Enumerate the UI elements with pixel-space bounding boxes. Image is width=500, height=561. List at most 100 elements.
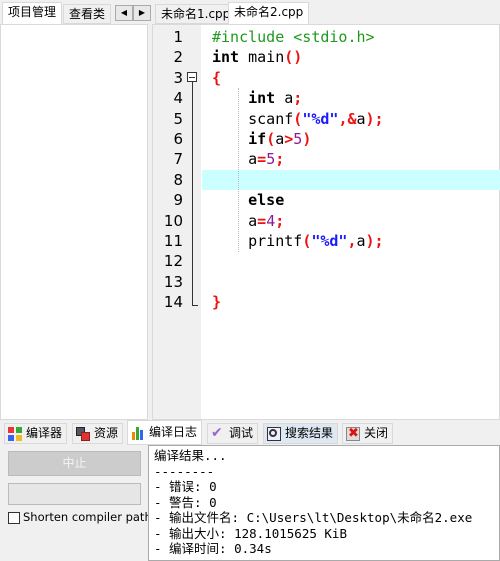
shorten-paths-checkbox[interactable] xyxy=(8,512,20,524)
code-editor[interactable] xyxy=(152,24,500,420)
log-line: - 错误: 0 xyxy=(154,479,217,494)
code-token: if xyxy=(248,130,267,148)
code-token: a xyxy=(275,130,285,148)
code-line[interactable]: int a; xyxy=(212,88,302,108)
code-token: ( xyxy=(302,232,312,250)
bottom-tab-label: 调试 xyxy=(229,426,254,440)
editor-tab-file2[interactable]: 未命名2.cpp xyxy=(228,2,310,25)
progress-bar xyxy=(8,483,141,505)
code-line[interactable]: printf("%d",a); xyxy=(212,231,384,251)
code-token: ); xyxy=(365,109,384,128)
bottom-tab-label: 编译器 xyxy=(26,426,63,440)
code-line[interactable]: if(a>5) xyxy=(212,129,311,149)
bottom-tab[interactable]: 编译器 xyxy=(4,423,68,444)
log-line: - 编译时间: 0.34s xyxy=(154,541,272,556)
code-token: "%d" xyxy=(311,232,348,250)
line-number: 8 xyxy=(173,170,183,189)
line-number: 1 xyxy=(173,28,183,46)
bottom-tab[interactable]: ✖ 关闭 xyxy=(342,423,394,444)
compiler-grid-icon xyxy=(8,426,22,441)
code-line[interactable]: #include <stdio.h> xyxy=(212,27,375,47)
code-token: int xyxy=(248,89,276,108)
tab-class-view[interactable]: 查看类 xyxy=(63,4,112,24)
line-number: 2 xyxy=(173,48,183,67)
code-token: { xyxy=(212,68,222,87)
log-line: - 输出大小: 128.1015625 KiB xyxy=(154,525,347,541)
line-number: 4 xyxy=(173,89,183,108)
abort-button[interactable]: 中止 xyxy=(8,451,141,476)
code-token: ); xyxy=(365,232,384,250)
code-token: ; xyxy=(293,89,303,108)
compile-log-output[interactable]: 编译结果... -------- - 错误: 0- 警告: 0- 输出文件名: C:… xyxy=(148,445,500,561)
line-number: 10 xyxy=(163,211,183,230)
scroll-right-button[interactable]: ▶ xyxy=(133,5,151,21)
code-token: a xyxy=(212,211,258,230)
code-line[interactable]: int main() xyxy=(212,47,302,67)
code-token: = xyxy=(257,211,267,230)
bottom-tab[interactable]: 搜索结果 xyxy=(263,423,339,444)
log-line: - 警告: 0 xyxy=(154,494,217,510)
code-token: ( xyxy=(293,109,303,128)
bottom-tab-label: 搜索结果 xyxy=(285,426,334,440)
code-line[interactable]: { xyxy=(212,68,221,88)
code-line[interactable]: else xyxy=(212,190,284,210)
line-number: 12 xyxy=(163,252,183,271)
line-number: 14 xyxy=(163,293,183,312)
code-token: ) xyxy=(302,130,312,148)
code-token: 4 xyxy=(266,211,276,230)
code-token: 5 xyxy=(293,130,303,148)
magnifier-icon xyxy=(267,426,281,441)
bar-chart-icon xyxy=(131,426,145,440)
code-line[interactable]: scanf("%d",&a); xyxy=(212,109,384,129)
code-token: main xyxy=(239,48,285,67)
code-token: > xyxy=(284,130,294,148)
close-icon: ✖ xyxy=(346,425,360,441)
code-line[interactable]: } xyxy=(212,292,221,312)
line-number: 9 xyxy=(173,191,183,210)
fold-end xyxy=(192,305,198,306)
code-token: a xyxy=(212,150,258,169)
code-line[interactable]: a=4; xyxy=(212,211,284,231)
code-token: ( xyxy=(266,130,276,148)
checkmark-icon: ✔ xyxy=(211,424,223,441)
scroll-left-button[interactable]: ◀ xyxy=(115,5,133,21)
code-token: ; xyxy=(275,211,285,230)
bottom-tab-label: 关闭 xyxy=(364,426,389,440)
code-token: ,& xyxy=(338,109,357,128)
log-line: -------- xyxy=(154,463,215,479)
bottom-tab[interactable]: 编译日志 xyxy=(127,420,203,445)
code-token: 5 xyxy=(266,150,276,169)
code-line[interactable]: a=5; xyxy=(212,149,284,169)
shorten-paths-label: Shorten compiler paths xyxy=(23,510,158,524)
bottom-tab-label: 编译日志 xyxy=(149,425,198,439)
code-token: printf xyxy=(212,232,303,250)
code-token: ; xyxy=(275,150,285,169)
line-number: 13 xyxy=(163,272,183,291)
bottom-tab[interactable]: ✔ 调试 xyxy=(207,423,259,444)
code-token: () xyxy=(284,48,303,67)
code-token: scanf xyxy=(212,109,294,128)
line-number: 11 xyxy=(163,232,183,250)
project-panel xyxy=(0,24,148,420)
code-token: int xyxy=(212,48,240,67)
log-line: 编译结果... xyxy=(154,448,227,463)
code-token: = xyxy=(257,150,267,169)
code-token: } xyxy=(212,293,222,312)
line-number: 3 xyxy=(173,68,183,87)
line-number: 5 xyxy=(173,109,183,128)
code-token: a xyxy=(356,232,366,250)
code-token: a xyxy=(275,89,294,108)
editor-tab-file1[interactable]: 未命名1.cpp xyxy=(155,4,237,24)
code-token: a xyxy=(356,109,366,128)
fold-line xyxy=(192,82,193,306)
code-token: , xyxy=(347,232,357,250)
log-line: - 输出文件名: C:\Users\lt\Desktop\未命名2.exe xyxy=(154,510,473,525)
code-token: "%d" xyxy=(302,109,339,128)
tab-project-manager[interactable]: 项目管理 xyxy=(2,2,63,25)
fold-collapse-icon[interactable] xyxy=(187,72,197,82)
line-number: 7 xyxy=(173,150,183,169)
bottom-tab[interactable]: 资源 xyxy=(72,423,124,444)
resources-icon xyxy=(76,426,90,441)
